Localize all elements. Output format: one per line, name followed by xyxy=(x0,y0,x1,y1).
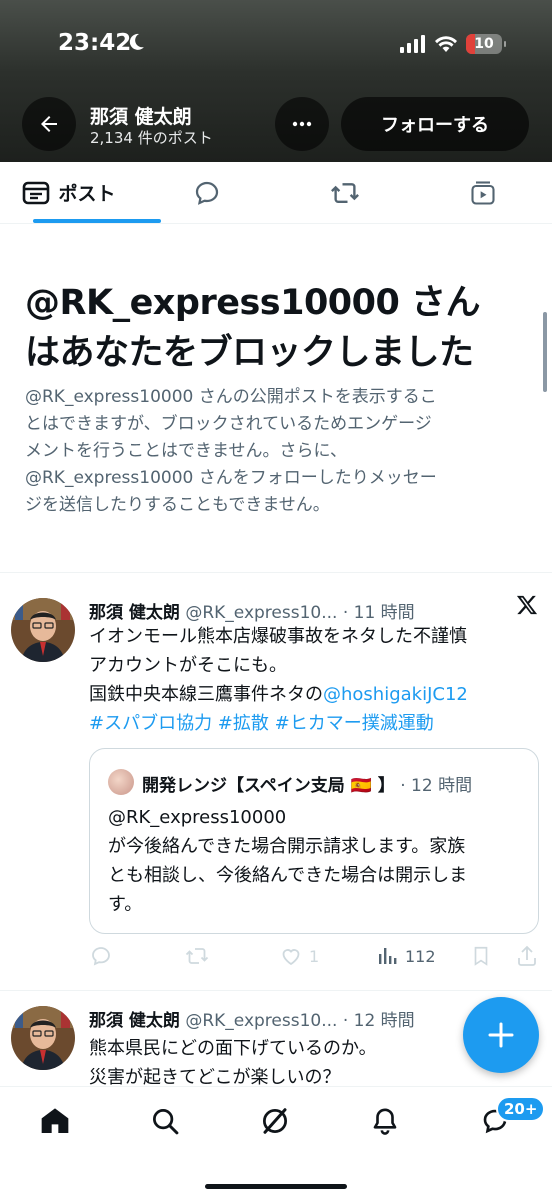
share-button[interactable] xyxy=(515,944,539,968)
tweet-line-text: 国鉄中央本線三鷹事件ネタの xyxy=(89,684,323,705)
tab-posts[interactable]: ポスト xyxy=(0,162,138,223)
quote-avatar xyxy=(108,769,134,795)
tab-reposts[interactable] xyxy=(276,162,414,223)
signal-icon xyxy=(400,35,425,53)
quote-author: 開発レンジ【スペイン支局 🇪🇸 】 · 12 時間 xyxy=(142,771,472,796)
replies-icon xyxy=(195,181,219,205)
avatar-image xyxy=(11,598,75,662)
author-name[interactable]: 那須 健太朗 xyxy=(89,603,180,623)
tweet-line: イオンモール熊本店爆破事故をネタした不謹慎 xyxy=(89,626,467,647)
quote-author-name: 開発レンジ【スペイン支局 🇪🇸 】 xyxy=(142,776,395,796)
status-time: 23:42 xyxy=(58,30,132,56)
battery-level: 10 xyxy=(474,36,494,52)
mention-link[interactable]: @hoshigakiJC12 xyxy=(323,684,468,705)
blocked-desc-line: ジを送信したりすることもできません。 xyxy=(25,495,330,515)
hashtags-link[interactable]: #スパブロ協力 #拡散 #ヒカマー撲滅運動 xyxy=(89,709,468,738)
grok-icon xyxy=(263,1108,287,1134)
profile-name: 那須 健太朗 xyxy=(90,106,192,128)
blocked-title-line: はあなたをブロックしました xyxy=(25,333,474,373)
active-tab-indicator xyxy=(33,219,161,223)
more-options-button[interactable] xyxy=(275,97,329,151)
divider xyxy=(0,572,552,573)
messages-badge: 20+ xyxy=(496,1096,546,1122)
heart-icon xyxy=(282,949,300,966)
blocked-description: @RK_express10000 さんの公開ポストを表示するこ とはできますが、… xyxy=(25,384,530,519)
home-icon xyxy=(41,1108,69,1133)
plus-icon xyxy=(488,1022,514,1048)
blocked-desc-line: メントを行うことはできません。さらに、 xyxy=(25,441,347,461)
nav-home[interactable] xyxy=(37,1103,73,1139)
tweet-author: 那須 健太朗 @RK_express10... · 11 時間 xyxy=(89,598,415,623)
share-icon xyxy=(518,945,536,966)
wifi-icon xyxy=(435,36,457,52)
blocked-desc-line: @RK_express10000 さんをフォローしたりメッセー xyxy=(25,468,437,488)
bookmark-button[interactable] xyxy=(470,944,492,968)
reply-button[interactable] xyxy=(89,944,113,968)
view-count: 112 xyxy=(405,946,436,966)
reply-icon xyxy=(92,947,110,966)
media-icon xyxy=(471,180,495,205)
quote-line: とも相談し、今後絡んできた場合は開示しま xyxy=(108,865,468,886)
posts-icon xyxy=(23,181,50,204)
views-icon xyxy=(379,948,397,964)
author-handle-time[interactable]: @RK_express10... · 11 時間 xyxy=(185,603,414,623)
more-icon xyxy=(292,121,312,127)
tweet-line: アカウントがそこにも。 xyxy=(89,655,287,676)
quote-time: · 12 時間 xyxy=(400,776,473,796)
profile-header: 23:42 10 那須 健太朗 2,134 件のポスト フォローする xyxy=(0,0,552,162)
repost-icon xyxy=(185,948,209,964)
avatar[interactable] xyxy=(11,598,75,662)
nav-grok[interactable] xyxy=(257,1103,293,1139)
battery-icon: 10 xyxy=(466,34,506,54)
divider xyxy=(0,990,552,991)
blocked-title-line: @RK_express10000 さん xyxy=(25,283,481,323)
reposts-icon xyxy=(331,182,359,203)
back-button[interactable] xyxy=(22,97,76,151)
post-count: 2,134 件のポスト xyxy=(90,129,213,147)
nav-notifications[interactable] xyxy=(367,1103,403,1139)
blocked-desc-line: @RK_express10000 さんの公開ポストを表示するこ xyxy=(25,387,437,407)
tweet-author: 那須 健太朗 @RK_express10... · 12 時間 xyxy=(89,1006,415,1031)
quote-text: @RK_express10000 が今後絡んできた場合開示請求します。家族 とも… xyxy=(108,803,528,919)
follow-button[interactable]: フォローする xyxy=(341,97,529,151)
x-logo-icon xyxy=(516,595,538,615)
nav-search[interactable] xyxy=(147,1103,183,1139)
blocked-title: @RK_express10000 さん はあなたをブロックしました xyxy=(25,278,530,378)
moon-icon xyxy=(129,33,144,50)
scrollbar[interactable] xyxy=(543,312,547,392)
search-icon xyxy=(153,1109,179,1135)
quote-line: @RK_express10000 xyxy=(108,807,287,828)
like-count: 1 xyxy=(309,946,320,966)
bell-icon xyxy=(373,1108,397,1135)
repost-button[interactable] xyxy=(185,944,209,968)
profile-tabs: ポスト xyxy=(0,162,552,224)
tweet-line: 国鉄中央本線三鷹事件ネタの@hoshigakiJC12 xyxy=(89,680,468,709)
arrow-left-icon xyxy=(41,116,57,132)
tweet-text: イオンモール熊本店爆破事故をネタした不謹慎 アカウントがそこにも。 国鉄中央本線… xyxy=(89,622,468,738)
tab-posts-label: ポスト xyxy=(58,183,116,205)
tweet-text: 熊本県民にどの面下げているのか。 災害が起きてどこが楽しいの？ xyxy=(89,1034,377,1092)
bottom-navigation xyxy=(0,1086,552,1200)
views-button[interactable]: 112 xyxy=(375,944,436,968)
quote-line: す。 xyxy=(108,894,143,915)
blocked-desc-line: とはできますが、ブロックされているためエンゲージ xyxy=(25,414,432,434)
tab-media[interactable] xyxy=(414,162,552,223)
home-indicator xyxy=(205,1184,347,1189)
avatar-image xyxy=(11,1006,75,1070)
like-button[interactable]: 1 xyxy=(279,944,319,968)
tweet-actions: 1 112 xyxy=(89,944,539,974)
quoted-post[interactable]: 開発レンジ【スペイン支局 🇪🇸 】 · 12 時間 @RK_express100… xyxy=(89,748,539,934)
tweet-line: 熊本県民にどの面下げているのか。 xyxy=(89,1038,377,1059)
tab-replies[interactable] xyxy=(138,162,276,223)
bookmark-icon xyxy=(474,946,488,966)
author-name[interactable]: 那須 健太朗 xyxy=(89,1011,180,1031)
author-handle-time[interactable]: @RK_express10... · 12 時間 xyxy=(185,1011,414,1031)
status-indicators: 10 xyxy=(400,34,506,54)
quote-line: が今後絡んできた場合開示請求します。家族 xyxy=(108,836,466,857)
compose-button[interactable] xyxy=(463,997,539,1073)
avatar[interactable] xyxy=(11,1006,75,1070)
